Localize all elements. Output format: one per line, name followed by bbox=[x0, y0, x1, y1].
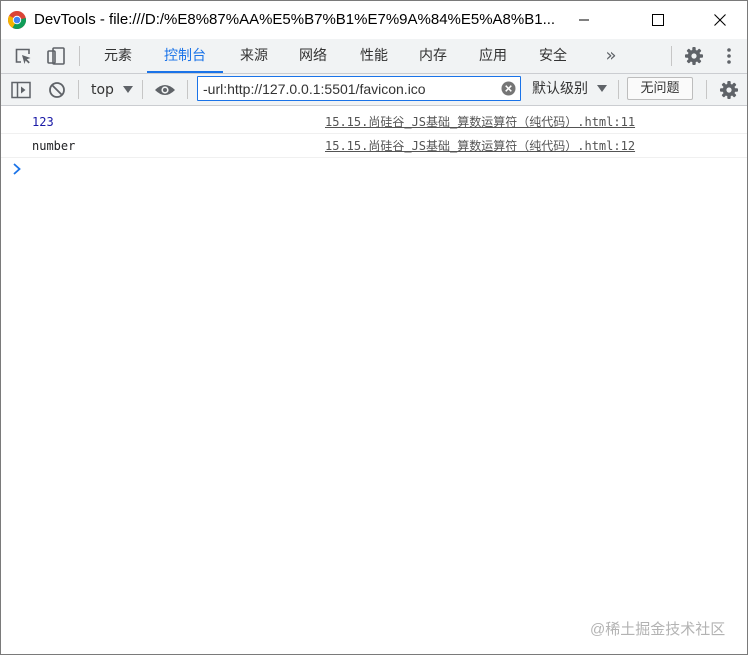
clear-console-button[interactable] bbox=[48, 74, 66, 105]
device-toggle-button[interactable] bbox=[44, 39, 68, 73]
close-icon bbox=[714, 14, 726, 26]
watermark: @稀土掘金技术社区 bbox=[590, 621, 726, 638]
settings-button[interactable] bbox=[682, 39, 706, 73]
tab-network[interactable]: 网络 bbox=[288, 39, 338, 73]
inspect-element-button[interactable] bbox=[11, 39, 35, 73]
eye-icon bbox=[155, 84, 175, 95]
toolbar-separator bbox=[618, 80, 619, 99]
minimize-icon bbox=[579, 19, 589, 21]
console-toolbar: top 默认级别 无问题 bbox=[1, 74, 747, 106]
sidebar-toggle-icon bbox=[11, 81, 31, 98]
tab-performance[interactable]: 性能 bbox=[349, 39, 399, 73]
console-message-source-link[interactable]: 15.15.尚硅谷_JS基础_算数运算符（纯代码）.html:11 bbox=[325, 114, 635, 130]
more-options-button[interactable] bbox=[719, 39, 739, 73]
toolbar-separator bbox=[78, 80, 79, 99]
dropdown-arrow-icon bbox=[597, 85, 608, 92]
title-bar: DevTools - file:///D:/%E8%87%AA%E5%B7%B1… bbox=[1, 1, 747, 39]
window-title: DevTools - file:///D:/%E8%87%AA%E5%B7%B1… bbox=[34, 11, 556, 28]
more-tabs-button[interactable]: » bbox=[597, 39, 625, 73]
clear-filter-icon[interactable] bbox=[501, 81, 516, 96]
issues-button[interactable]: 无问题 bbox=[627, 77, 693, 100]
tab-separator bbox=[79, 46, 80, 66]
context-selector-label: top bbox=[91, 81, 114, 98]
filter-input[interactable] bbox=[203, 79, 488, 98]
console-output: 123 15.15.尚硅谷_JS基础_算数运算符（纯代码）.html:11 nu… bbox=[1, 106, 747, 654]
filter-box bbox=[197, 76, 521, 101]
console-message: 123 15.15.尚硅谷_JS基础_算数运算符（纯代码）.html:11 bbox=[1, 110, 747, 134]
sidebar-toggle-button[interactable] bbox=[11, 74, 31, 105]
toolbar-separator bbox=[706, 80, 707, 99]
live-expression-button[interactable] bbox=[154, 74, 176, 105]
chrome-logo-icon bbox=[8, 11, 26, 29]
tab-elements[interactable]: 元素 bbox=[93, 39, 143, 73]
dropdown-arrow-icon bbox=[122, 85, 133, 93]
console-message-text: 123 bbox=[32, 115, 54, 129]
settings-gear-icon bbox=[720, 80, 738, 99]
tab-application[interactable]: 应用 bbox=[468, 39, 518, 73]
close-button[interactable] bbox=[697, 1, 743, 39]
tab-sources[interactable]: 来源 bbox=[229, 39, 279, 73]
tab-console[interactable]: 控制台 bbox=[147, 39, 223, 73]
more-vertical-icon bbox=[727, 48, 731, 64]
console-settings-button[interactable] bbox=[719, 74, 739, 105]
settings-gear-icon bbox=[685, 47, 703, 65]
context-selector[interactable]: top bbox=[91, 74, 133, 105]
maximize-icon bbox=[652, 14, 664, 26]
devtools-window: DevTools - file:///D:/%E8%87%AA%E5%B7%B1… bbox=[0, 0, 748, 655]
clear-console-icon bbox=[49, 81, 65, 98]
console-prompt-icon[interactable] bbox=[11, 162, 23, 176]
log-levels-label: 默认级别 bbox=[532, 81, 588, 97]
minimize-button[interactable] bbox=[561, 1, 607, 39]
tab-memory[interactable]: 内存 bbox=[408, 39, 458, 73]
devtools-tab-bar: 元素 控制台 来源 网络 性能 内存 应用 安全 » bbox=[1, 39, 747, 74]
maximize-button[interactable] bbox=[635, 1, 681, 39]
console-message-source-link[interactable]: 15.15.尚硅谷_JS基础_算数运算符（纯代码）.html:12 bbox=[325, 138, 635, 154]
console-message-text: number bbox=[32, 139, 76, 153]
console-message: number 15.15.尚硅谷_JS基础_算数运算符（纯代码）.html:12 bbox=[1, 134, 747, 158]
device-toggle-icon bbox=[47, 47, 65, 65]
inspect-element-icon bbox=[15, 48, 31, 64]
log-levels-dropdown[interactable]: 默认级别 bbox=[532, 74, 608, 105]
tab-security[interactable]: 安全 bbox=[528, 39, 578, 73]
toolbar-separator bbox=[142, 80, 143, 99]
toolbar-separator bbox=[187, 80, 188, 99]
tab-separator bbox=[671, 46, 672, 66]
